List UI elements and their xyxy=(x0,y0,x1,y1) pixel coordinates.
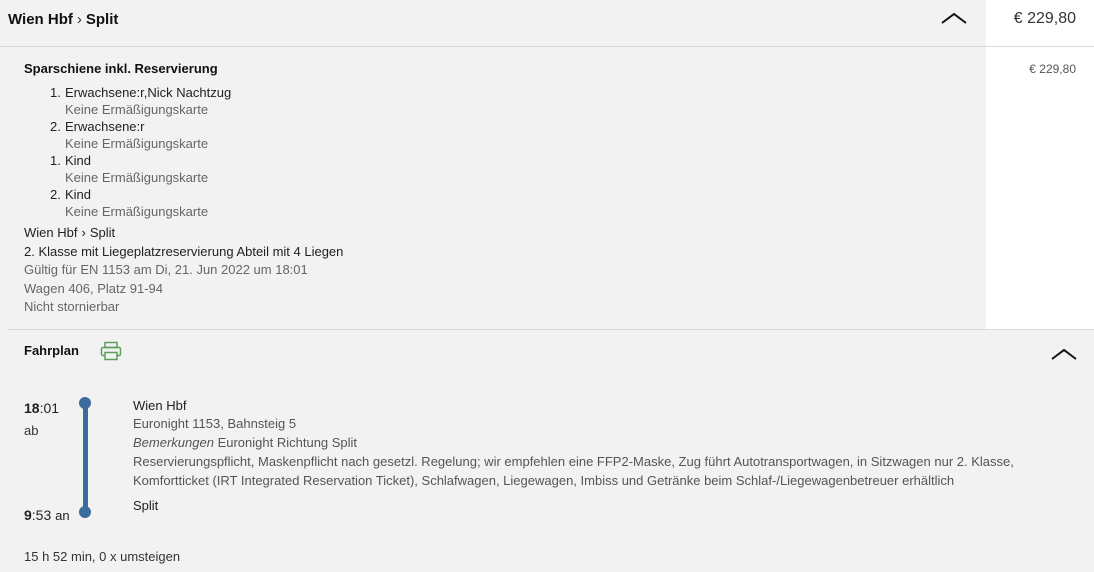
timetable-heading: Fahrplan xyxy=(24,343,79,358)
print-button[interactable] xyxy=(100,341,122,361)
passenger-number: 2. xyxy=(50,187,61,202)
class-info: 2. Klasse mit Liegeplatzreservierung Abt… xyxy=(24,243,344,259)
list-item: 1. Kind Keine Ermäßigungskarte xyxy=(50,152,231,186)
departure-suffix: ab xyxy=(24,423,39,438)
departure-time: 18:01 xyxy=(24,400,59,416)
departure-hour: 18 xyxy=(24,400,40,416)
passenger-number: 1. xyxy=(50,85,61,100)
list-item: 1. Erwachsene:r,Nick Nachtzug Keine Ermäß… xyxy=(50,84,231,118)
ticket-title: Sparschiene inkl. Reservierung xyxy=(24,61,218,76)
ticket-route: Wien Hbf › Split xyxy=(24,224,343,243)
connection-title: Wien Hbf › Split xyxy=(8,11,118,28)
ticket-price: € 229,80 xyxy=(1029,62,1076,76)
chevron-right-icon: › xyxy=(81,225,86,240)
validity-info: Gültig für EN 1153 am Di, 21. Jun 2022 u… xyxy=(24,262,308,277)
train-info: Euronight 1153, Bahnsteig 5 xyxy=(133,416,297,431)
timeline-line xyxy=(83,403,88,513)
ticket-details: Wien Hbf › Split 2. Klasse mit Liegeplatzr… xyxy=(24,224,343,317)
list-item: 2. Kind Keine Ermäßigungskarte xyxy=(50,186,231,220)
printer-icon xyxy=(100,341,122,361)
arrival-minute: :53 xyxy=(31,507,52,523)
route-to: Split xyxy=(85,11,119,28)
passenger-number: 1. xyxy=(50,153,61,168)
discount-card: Keine Ermäßigungskarte xyxy=(65,170,209,185)
route-from: Wien Hbf xyxy=(8,11,73,28)
remark: Bemerkungen Euronight Richtung Split xyxy=(133,435,357,450)
discount-card: Keine Ermäßigungskarte xyxy=(65,102,209,117)
passenger-name: Erwachsene:r xyxy=(65,119,145,134)
ticket-price-column xyxy=(986,47,1094,329)
connection-header[interactable] xyxy=(0,0,986,46)
discount-card: Keine Ermäßigungskarte xyxy=(65,136,209,151)
timeline-stop-dot xyxy=(79,397,91,409)
chevron-right-icon: › xyxy=(76,11,82,28)
timeline-stop-dot xyxy=(79,506,91,518)
departure-minute: :01 xyxy=(39,400,60,416)
passenger-name: Erwachsene:r,Nick Nachtzug xyxy=(65,85,232,100)
passenger-name: Kind xyxy=(65,187,92,202)
ticket-route-from: Wien Hbf xyxy=(24,225,78,240)
cancellation-info: Nicht stornierbar xyxy=(24,299,120,314)
passenger-list: 1. Erwachsene:r,Nick Nachtzug Keine Ermäß… xyxy=(50,84,231,220)
passenger-number: 2. xyxy=(50,119,61,134)
passenger-name: Kind xyxy=(65,153,92,168)
arrival-suffix: an xyxy=(55,508,70,523)
arrival-station: Split xyxy=(133,498,159,513)
divider xyxy=(8,329,1094,330)
discount-card: Keine Ermäßigungskarte xyxy=(65,204,209,219)
collapse-connection-button[interactable] xyxy=(941,11,967,27)
remark-label: Bemerkungen xyxy=(133,435,214,450)
arrival-time: 9:53 an xyxy=(24,507,70,523)
arrival-hour: 9 xyxy=(24,507,32,523)
total-price: € 229,80 xyxy=(1013,10,1076,27)
departure-station: Wien Hbf xyxy=(133,398,187,413)
trip-duration: 15 h 52 min, 0 x umsteigen xyxy=(24,549,181,564)
remark-text: Euronight Richtung Split xyxy=(217,435,358,450)
train-notes: Reservierungspflicht, Maskenpflicht nach… xyxy=(133,454,1014,488)
seat-info: Wagen 406, Platz 91-94 xyxy=(24,280,163,296)
chevron-up-icon xyxy=(1051,348,1077,360)
chevron-up-icon xyxy=(941,12,967,24)
list-item: 2. Erwachsene:r Keine Ermäßigungskarte xyxy=(50,118,231,152)
collapse-timetable-button[interactable] xyxy=(1051,347,1077,363)
ticket-route-to: Split xyxy=(89,225,116,240)
